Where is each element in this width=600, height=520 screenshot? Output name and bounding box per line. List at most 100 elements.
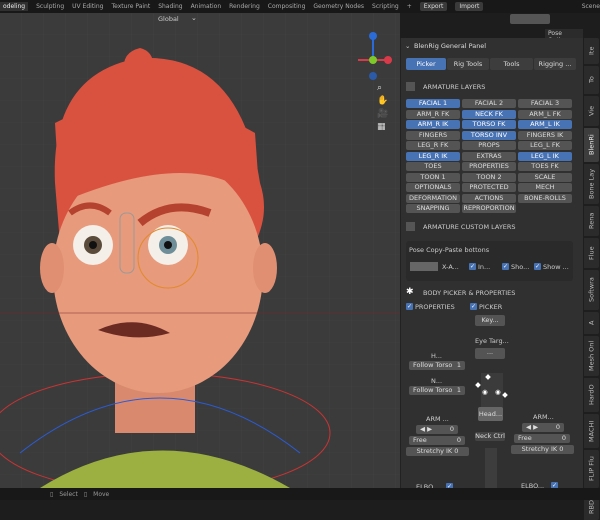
layer-toggle-toon-2[interactable]: TOON 2 — [462, 172, 516, 182]
sidebar-tab[interactable]: Rena — [584, 206, 599, 236]
layer-toggle-snapping[interactable]: SNAPPING — [406, 204, 460, 213]
tab-geometry-nodes[interactable]: Geometry Nodes — [313, 3, 364, 10]
tab-animation[interactable]: Animation — [191, 3, 222, 10]
inherit-checkbox[interactable]: ✓ — [469, 263, 476, 270]
hand-pan-icon[interactable]: ✋ — [377, 96, 388, 106]
picker-checkbox[interactable]: ✓ — [470, 303, 477, 310]
3d-viewport[interactable]: ⌕ ✋ 🎥 ▦ — [0, 13, 400, 488]
sidebar-tab[interactable]: Softwra — [584, 270, 599, 310]
layer-toggle-props[interactable]: PROPS — [462, 141, 516, 150]
layer-toggle-arm-l-ik[interactable]: ARM_L IK — [518, 120, 572, 129]
transform-orientation-dropdown[interactable]: Global — [158, 15, 179, 23]
workspace-tabs: odeling Sculpting UV Editing Texture Pai… — [0, 0, 600, 13]
layer-toggle-arm-r-fk[interactable]: ARM_R FK — [406, 109, 460, 119]
layer-toggle-facial-3[interactable]: FACIAL 3 — [518, 99, 572, 108]
sidebar-tab[interactable]: Ite — [584, 38, 599, 64]
gizmo-y-axis — [369, 56, 377, 64]
head-picker-button[interactable]: Head... — [478, 407, 503, 421]
tab-scripting[interactable]: Scripting — [372, 3, 399, 10]
collapse-chevron-icon[interactable]: ⌄ — [405, 42, 410, 50]
layer-toggle-optionals[interactable]: OPTIONALS — [406, 183, 460, 192]
layer-toggle-fingers[interactable]: FINGERS — [406, 130, 460, 140]
neck-ctrl-button[interactable]: Neck Ctrl — [475, 432, 505, 441]
eye-target-button[interactable]: ... — [475, 348, 505, 359]
properties-checkbox[interactable]: ✓ — [406, 303, 413, 310]
layer-toggle-protected[interactable]: PROTECTED — [462, 183, 516, 192]
layer-toggle-arm-r-ik[interactable]: ARM_R IK — [406, 120, 460, 129]
sidebar-tab[interactable]: HardO — [584, 378, 599, 412]
picker-spine[interactable] — [485, 448, 497, 488]
tab-uv-editing[interactable]: UV Editing — [72, 3, 103, 10]
layer-toggle-arm-l-fk[interactable]: ARM_L FK — [518, 109, 572, 119]
arm-right-free-field[interactable]: Free 0 — [514, 434, 570, 443]
sidebar-tab[interactable]: Bone Lay — [584, 164, 599, 204]
layer-toggle-bone-rolls[interactable]: BONE-ROLLS — [518, 193, 572, 203]
layer-toggle-fingers-ik[interactable]: FINGERS IK — [518, 130, 572, 140]
layer-toggle-mech[interactable]: MECH — [518, 183, 572, 192]
shading-mode-buttons[interactable] — [510, 14, 550, 24]
keyframe-button[interactable]: Key... — [475, 315, 505, 326]
layer-toggle-facial-2[interactable]: FACIAL 2 — [462, 99, 516, 108]
import-button[interactable]: Import — [455, 2, 484, 11]
chevron-down-icon: ⌄ — [191, 14, 197, 22]
eye-icon[interactable]: ◉ — [495, 388, 501, 396]
export-button[interactable]: Export — [419, 2, 448, 11]
layer-toggle-toes[interactable]: TOES — [406, 162, 460, 171]
layer-toggle-facial-1[interactable]: FACIAL 1 — [406, 99, 460, 108]
show-all-checkbox[interactable]: ✓ — [534, 263, 541, 270]
tab-shading[interactable]: Shading — [158, 3, 182, 10]
zoom-icon[interactable]: ⌕ — [377, 83, 382, 93]
prev-next-icon[interactable]: ◀ ▶ — [420, 425, 432, 434]
layer-toggle-deformation[interactable]: DEFORMATION — [406, 193, 460, 203]
show-checkbox[interactable]: ✓ — [502, 263, 509, 270]
layer-toggle-leg-r-fk[interactable]: LEG_R FK — [406, 141, 460, 150]
arm-left-value[interactable]: ◀ ▶ 0 — [416, 425, 458, 434]
tab-modeling[interactable]: odeling — [0, 2, 29, 11]
picker-control-dot[interactable] — [475, 382, 481, 388]
sidebar-tab[interactable]: FLIP Flu — [584, 450, 599, 488]
pose-copy-icon[interactable] — [410, 262, 438, 271]
sidebar-tab[interactable]: Mesh Onl — [584, 336, 599, 376]
sidebar-tab[interactable]: MACHI — [584, 414, 599, 448]
layer-toggle-leg-l-ik[interactable]: LEG_L IK — [518, 151, 572, 161]
camera-icon[interactable]: 🎥 — [377, 109, 388, 119]
layer-toggle-torso-inv[interactable]: TORSO INV — [462, 130, 516, 140]
layer-toggle-properties[interactable]: PROPERTIES — [462, 162, 516, 171]
layer-toggle-actions[interactable]: ACTIONS — [462, 193, 516, 203]
tab-rigging[interactable]: Rigging ... — [534, 58, 576, 70]
layer-toggle-toes-fk[interactable]: TOES FK — [518, 162, 572, 171]
head-follow-torso-field[interactable]: Follow Torso 1 — [409, 361, 465, 370]
layer-toggle-leg-r-ik[interactable]: LEG_R IK — [406, 151, 460, 161]
layer-toggle-scale[interactable]: SCALE — [518, 172, 572, 182]
field-value: 0 — [561, 434, 566, 442]
sidebar-tab[interactable]: A — [584, 312, 599, 334]
layer-toggle-toon-1[interactable]: TOON 1 — [406, 172, 460, 182]
tab-sculpting[interactable]: Sculpting — [36, 3, 64, 10]
layer-toggle-reproportion[interactable]: REPROPORTION — [462, 204, 516, 213]
layer-toggle-torso-fk[interactable]: TORSO FK — [462, 120, 516, 129]
eye-icon[interactable]: ◉ — [482, 388, 488, 396]
prev-next-icon[interactable]: ◀ ▶ — [526, 423, 538, 432]
sidebar-tab[interactable]: Flue — [584, 238, 599, 268]
sidebar-tab[interactable]: To — [584, 66, 599, 94]
neck-follow-torso-field[interactable]: Follow Torso 1 — [409, 386, 465, 395]
tab-rig-tools[interactable]: Rig Tools — [447, 58, 489, 70]
tab-tools[interactable]: Tools — [490, 58, 533, 70]
tab-texture-paint[interactable]: Texture Paint — [111, 3, 150, 10]
sidebar-tab[interactable]: BlenRi — [584, 128, 599, 162]
layer-toggle-neck-fk[interactable]: NECK FK — [462, 109, 516, 119]
arm-right-value[interactable]: ◀ ▶ 0 — [522, 423, 564, 432]
scene-selector[interactable]: Scene — [582, 3, 600, 10]
add-workspace-button[interactable]: + — [407, 3, 412, 10]
layer-toggle-extras[interactable]: EXTRAS — [462, 151, 516, 161]
arm-left-stretchy-field[interactable]: Stretchy IK 0 — [406, 447, 469, 456]
grid-view-icon[interactable]: ▦ — [377, 122, 386, 132]
picker-control-dot[interactable] — [502, 392, 508, 398]
layer-toggle-leg-l-fk[interactable]: LEG_L FK — [518, 141, 572, 150]
sidebar-tab[interactable]: Vie — [584, 96, 599, 126]
tab-compositing[interactable]: Compositing — [268, 3, 306, 10]
tab-picker[interactable]: Picker — [406, 58, 446, 70]
tab-rendering[interactable]: Rendering — [229, 3, 260, 10]
arm-right-stretchy-field[interactable]: Stretchy IK 0 — [511, 445, 574, 454]
arm-left-free-field[interactable]: Free 0 — [409, 436, 465, 445]
